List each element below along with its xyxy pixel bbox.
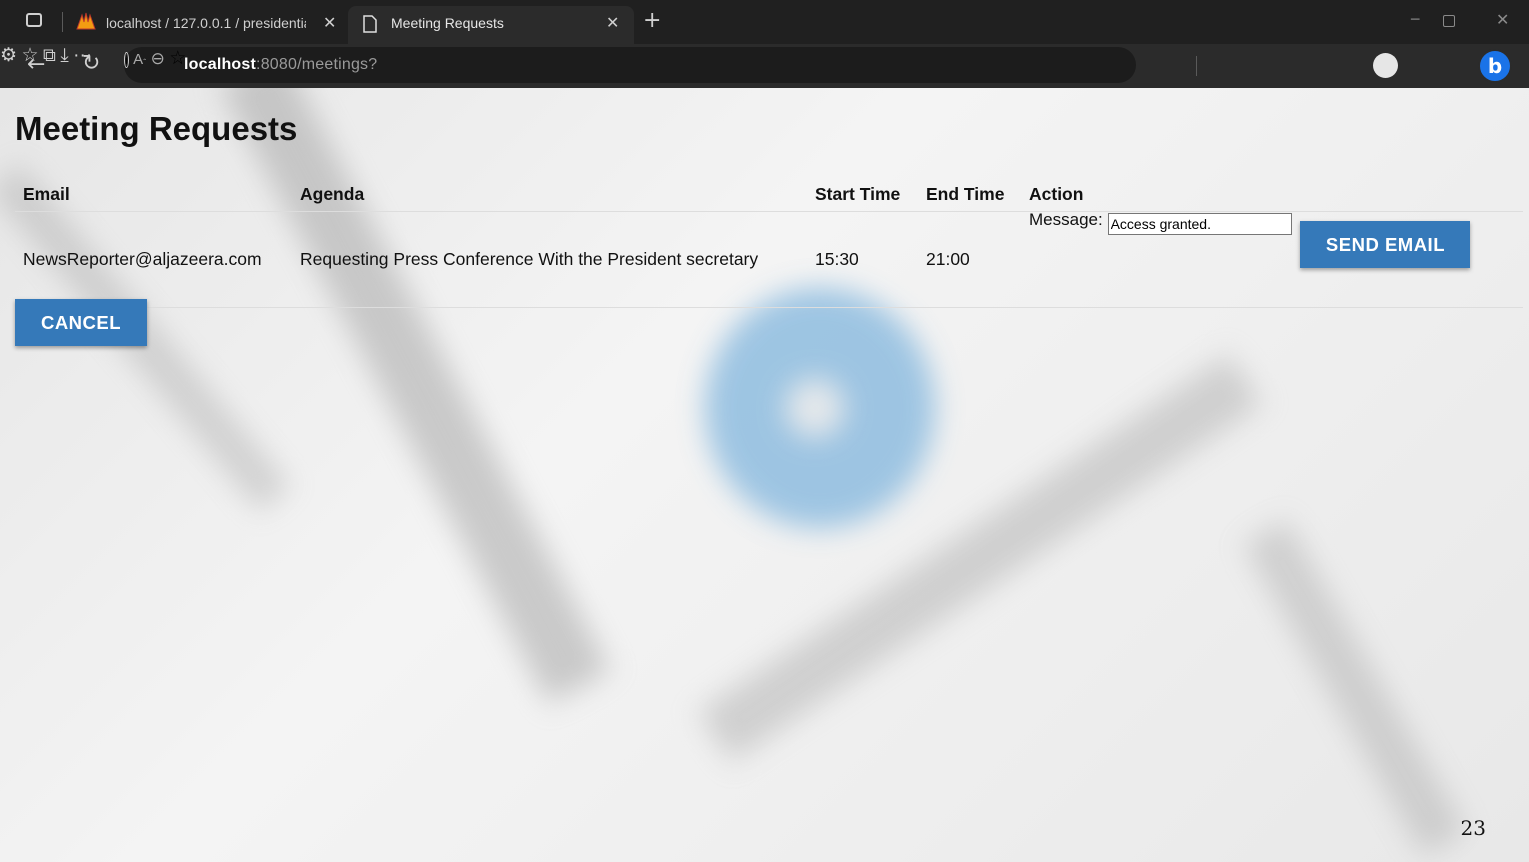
table-row: NewsReporter@aljazeera.com Requesting Pr…: [15, 210, 1523, 308]
close-tab-icon[interactable]: ✕: [323, 13, 336, 33]
meeting-requests-table: Email Agenda Start Time End Time Action …: [15, 178, 1523, 308]
cell-agenda: Requesting Press Conference With the Pre…: [292, 211, 807, 308]
page-title: Meeting Requests: [15, 110, 298, 147]
read-aloud-icon[interactable]: Aꞈ: [133, 50, 146, 68]
refresh-icon[interactable]: ↻: [82, 51, 100, 76]
cell-email: NewsReporter@aljazeera.com: [15, 211, 292, 308]
cell-start-time: 15:30: [807, 211, 918, 308]
message-input[interactable]: [1107, 213, 1292, 236]
tab-phpmyadmin[interactable]: localhost / 127.0.0.1 / presidentia ✕: [64, 6, 346, 39]
cancel-button[interactable]: CANCEL: [15, 299, 147, 346]
send-email-button[interactable]: SEND EMAIL: [1300, 221, 1471, 268]
column-header-email: Email: [15, 178, 292, 212]
url-text: localhost:8080/meetings?: [184, 56, 377, 74]
table-header-row: Email Agenda Start Time End Time Action: [15, 178, 1523, 212]
tab-meeting-requests[interactable]: Meeting Requests ✕: [348, 6, 634, 44]
tab-label: localhost / 127.0.0.1 / presidentia: [106, 15, 306, 31]
page-number: 23: [1460, 816, 1486, 840]
minimize-icon[interactable]: ─: [1411, 12, 1419, 28]
close-window-icon[interactable]: ✕: [1496, 10, 1509, 29]
url-path: :8080/meetings?: [256, 56, 378, 73]
cell-end-time: 21:00: [918, 211, 1021, 308]
new-tab-icon[interactable]: +: [643, 8, 661, 33]
page-content: Meeting Requests Email Agenda Start Time…: [0, 88, 1529, 862]
close-tab-icon[interactable]: ✕: [606, 13, 619, 33]
column-header-end-time: End Time: [918, 178, 1021, 212]
url-host: localhost: [184, 56, 257, 73]
column-header-action: Action: [1021, 178, 1523, 212]
back-icon[interactable]: ←: [27, 52, 45, 77]
tab-separator: [62, 12, 63, 32]
column-header-agenda: Agenda: [292, 178, 807, 212]
tab-actions-icon[interactable]: [26, 13, 42, 27]
phpmyadmin-icon: [76, 12, 96, 33]
cell-action: Message: SEND EMAIL: [1021, 210, 1523, 308]
message-label: Message:: [1029, 210, 1103, 230]
address-bar[interactable]: i localhost:8080/meetings? Aꞈ ⊖ ☆: [124, 47, 1136, 83]
tab-bar: localhost / 127.0.0.1 / presidentia ✕ Me…: [0, 0, 1529, 44]
info-icon[interactable]: i: [124, 52, 129, 68]
email-logo-decoration: [785, 378, 845, 438]
zoom-icon[interactable]: ⊖: [151, 49, 165, 68]
page-icon: [363, 15, 377, 36]
restore-icon[interactable]: [1443, 15, 1455, 27]
column-header-start-time: Start Time: [807, 178, 918, 212]
tab-label: Meeting Requests: [391, 15, 504, 31]
